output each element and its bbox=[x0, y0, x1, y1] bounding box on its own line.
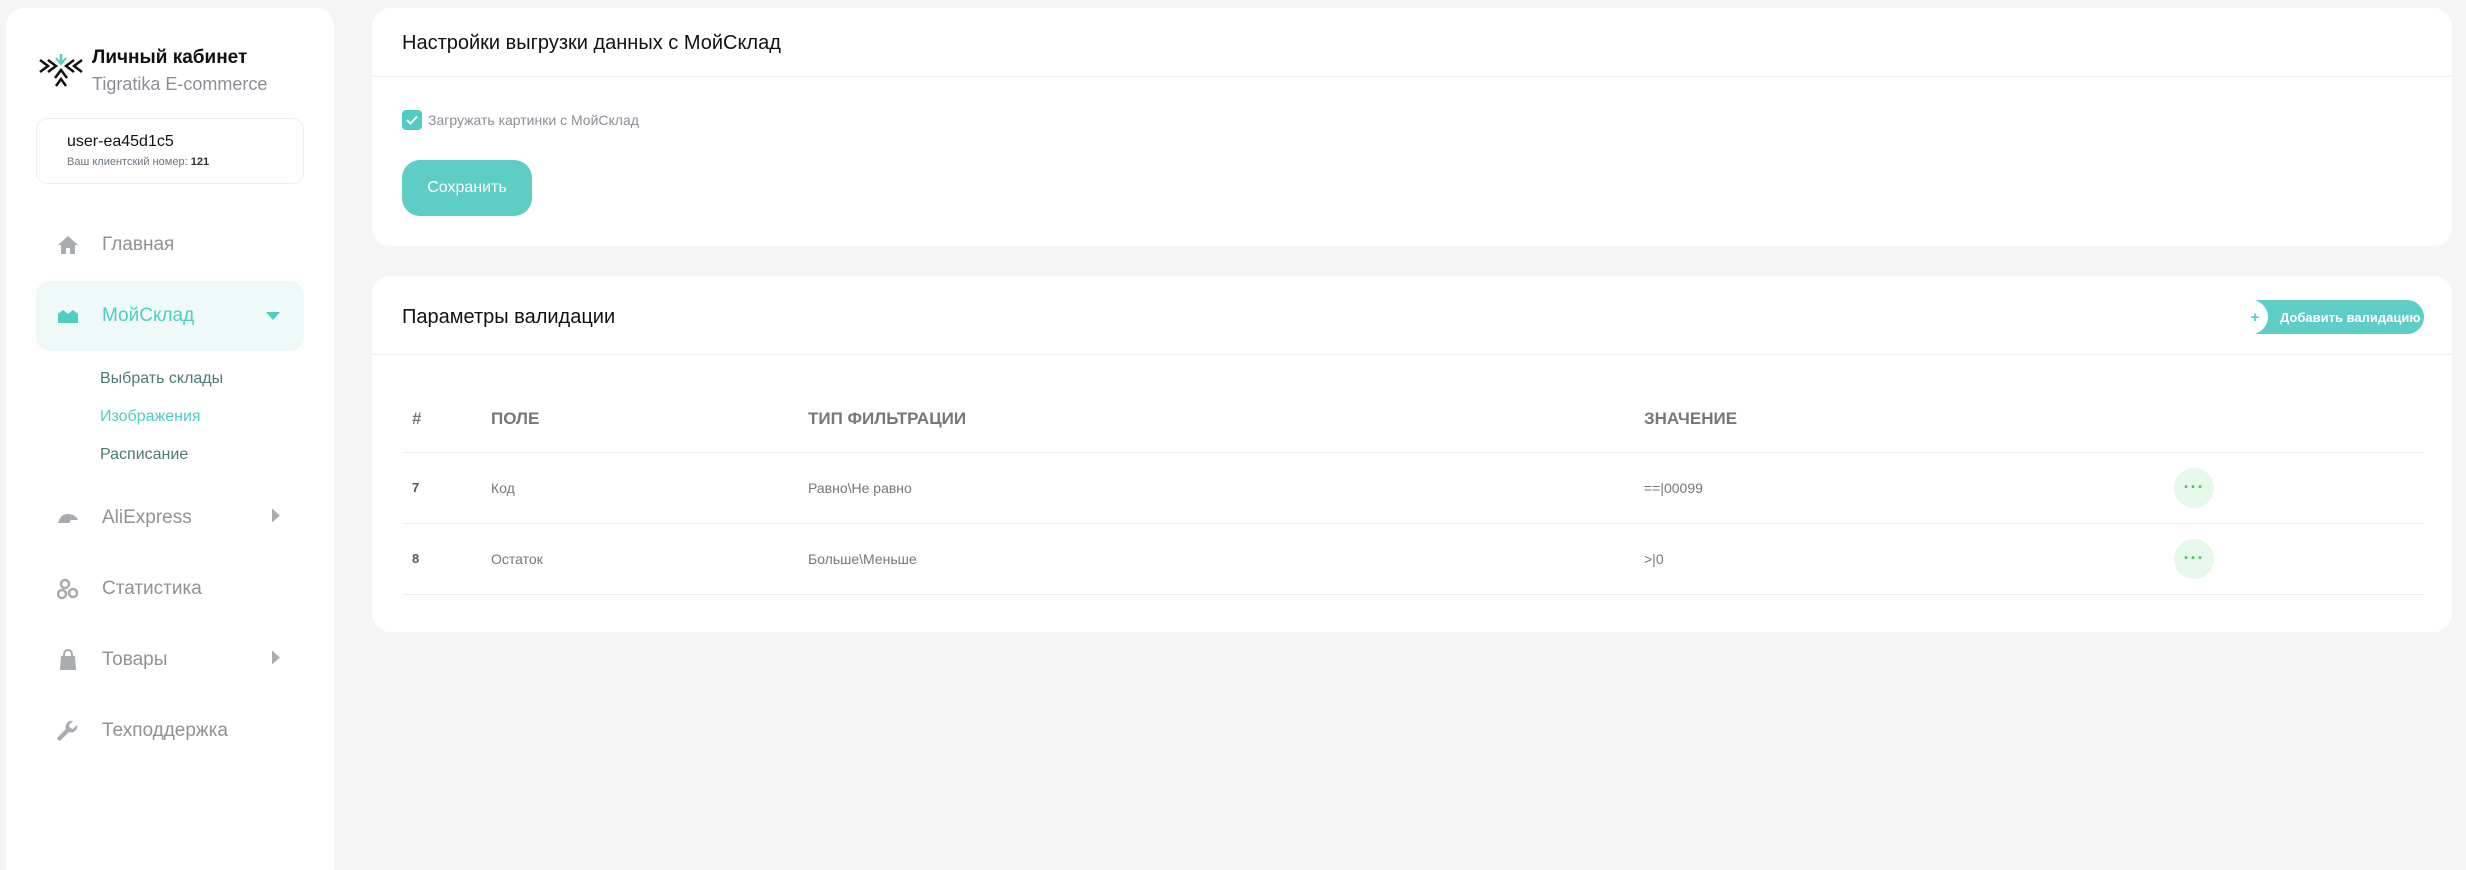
load-images-label: Загружать картинки с МойСклад bbox=[428, 112, 639, 128]
add-validation-button[interactable]: + Добавить валидацию bbox=[2242, 300, 2424, 334]
card-divider bbox=[372, 354, 2452, 355]
row-filter: Равно\Не равно bbox=[798, 451, 1634, 523]
checkmark-icon bbox=[406, 115, 418, 125]
nav-item-stats[interactable]: Статистика bbox=[36, 554, 304, 624]
row-actions: ··· bbox=[2164, 451, 2424, 523]
user-card: user-ea45d1c5 Ваш клиентский номер: 121 bbox=[36, 118, 304, 184]
row-menu-button[interactable]: ··· bbox=[2174, 538, 2214, 579]
nav-label-goods: Товары bbox=[102, 649, 168, 670]
load-images-checkbox[interactable] bbox=[402, 110, 422, 130]
user-name: user-ea45d1c5 bbox=[67, 133, 174, 150]
nav-label-support: Техподдержка bbox=[102, 720, 228, 741]
chevron-right-icon bbox=[272, 508, 280, 528]
nav-item-support[interactable]: Техподдержка bbox=[36, 696, 304, 766]
card-divider bbox=[372, 76, 2452, 77]
add-validation-label: Добавить валидацию bbox=[2280, 309, 2421, 325]
row-menu-button[interactable]: ··· bbox=[2174, 467, 2214, 508]
validation-card: Параметры валидации + Добавить валидацию… bbox=[372, 276, 2452, 632]
row-field: Остаток bbox=[481, 522, 798, 595]
moysklad-subnav: Выбрать склады Изображения Расписание bbox=[100, 360, 223, 474]
warehouse-icon bbox=[56, 304, 80, 328]
row-num: 7 bbox=[402, 451, 481, 523]
brand[interactable]: Личный кабинет Tigratika E-commerce bbox=[36, 44, 267, 98]
load-images-option[interactable]: Загружать картинки с МойСклад bbox=[402, 110, 639, 130]
row-actions: ··· bbox=[2164, 522, 2424, 595]
column-header-field: ПОЛЕ bbox=[491, 408, 540, 428]
tiger-logo-icon bbox=[39, 54, 83, 87]
nav-label-moysklad: МойСклад bbox=[102, 305, 195, 326]
nav-item-home[interactable]: Главная bbox=[36, 210, 304, 280]
table-row: 8 Остаток Больше\Меньше >|0 ··· bbox=[402, 522, 2424, 595]
column-header-filter: ТИП ФИЛЬТРАЦИИ bbox=[808, 408, 967, 428]
export-settings-card: Настройки выгрузки данных с МойСклад Заг… bbox=[372, 8, 2452, 246]
chevron-down-icon bbox=[266, 307, 280, 325]
wrench-icon bbox=[56, 719, 80, 743]
brand-title: Личный кабинет bbox=[92, 47, 248, 68]
table-row: 7 Код Равно\Не равно ==|00099 ··· bbox=[402, 451, 2424, 523]
column-header-num: # bbox=[412, 408, 422, 428]
stats-icon bbox=[56, 577, 80, 601]
nav-item-aliexpress[interactable]: AliExpress bbox=[36, 483, 304, 553]
save-button[interactable]: Сохранить bbox=[402, 160, 532, 216]
nav-label-home: Главная bbox=[102, 234, 175, 255]
validation-table: # ПОЛЕ ТИП ФИЛЬТРАЦИИ ЗНАЧЕНИЕ 7 Код Рав… bbox=[402, 386, 2424, 595]
nav-item-goods[interactable]: Товары bbox=[36, 625, 304, 695]
client-number-label: Ваш клиентский номер: bbox=[67, 156, 188, 168]
export-settings-title: Настройки выгрузки данных с МойСклад bbox=[402, 32, 781, 54]
row-value: ==|00099 bbox=[1634, 451, 2164, 523]
nav-item-moysklad[interactable]: МойСклад bbox=[36, 281, 304, 351]
sidebar: Личный кабинет Tigratika E-commerce user… bbox=[6, 8, 334, 870]
nav-label-aliexpress: AliExpress bbox=[102, 507, 192, 528]
nav-label-stats: Статистика bbox=[102, 578, 202, 599]
table-header-row: # ПОЛЕ ТИП ФИЛЬТРАЦИИ ЗНАЧЕНИЕ bbox=[402, 386, 2424, 452]
column-header-value: ЗНАЧЕНИЕ bbox=[1644, 408, 1738, 428]
plus-icon: + bbox=[2242, 300, 2268, 334]
validation-title: Параметры валидации bbox=[402, 306, 616, 328]
row-num: 8 bbox=[402, 522, 481, 595]
subnav-item-images[interactable]: Изображения bbox=[100, 398, 223, 436]
chevron-right-icon bbox=[272, 650, 280, 670]
brand-subtitle: Tigratika E-commerce bbox=[92, 74, 268, 94]
home-icon bbox=[56, 233, 80, 257]
aliexpress-icon bbox=[56, 506, 80, 530]
row-filter: Больше\Меньше bbox=[798, 522, 1634, 595]
row-field: Код bbox=[481, 451, 798, 523]
row-value: >|0 bbox=[1634, 522, 2164, 595]
subnav-item-warehouses[interactable]: Выбрать склады bbox=[100, 360, 223, 398]
shopping-bag-icon bbox=[56, 648, 80, 672]
client-number: Ваш клиентский номер: 121 bbox=[67, 153, 273, 171]
subnav-item-schedule[interactable]: Расписание bbox=[100, 436, 223, 474]
column-header-actions bbox=[2164, 386, 2424, 452]
client-number-value: 121 bbox=[190, 156, 210, 168]
